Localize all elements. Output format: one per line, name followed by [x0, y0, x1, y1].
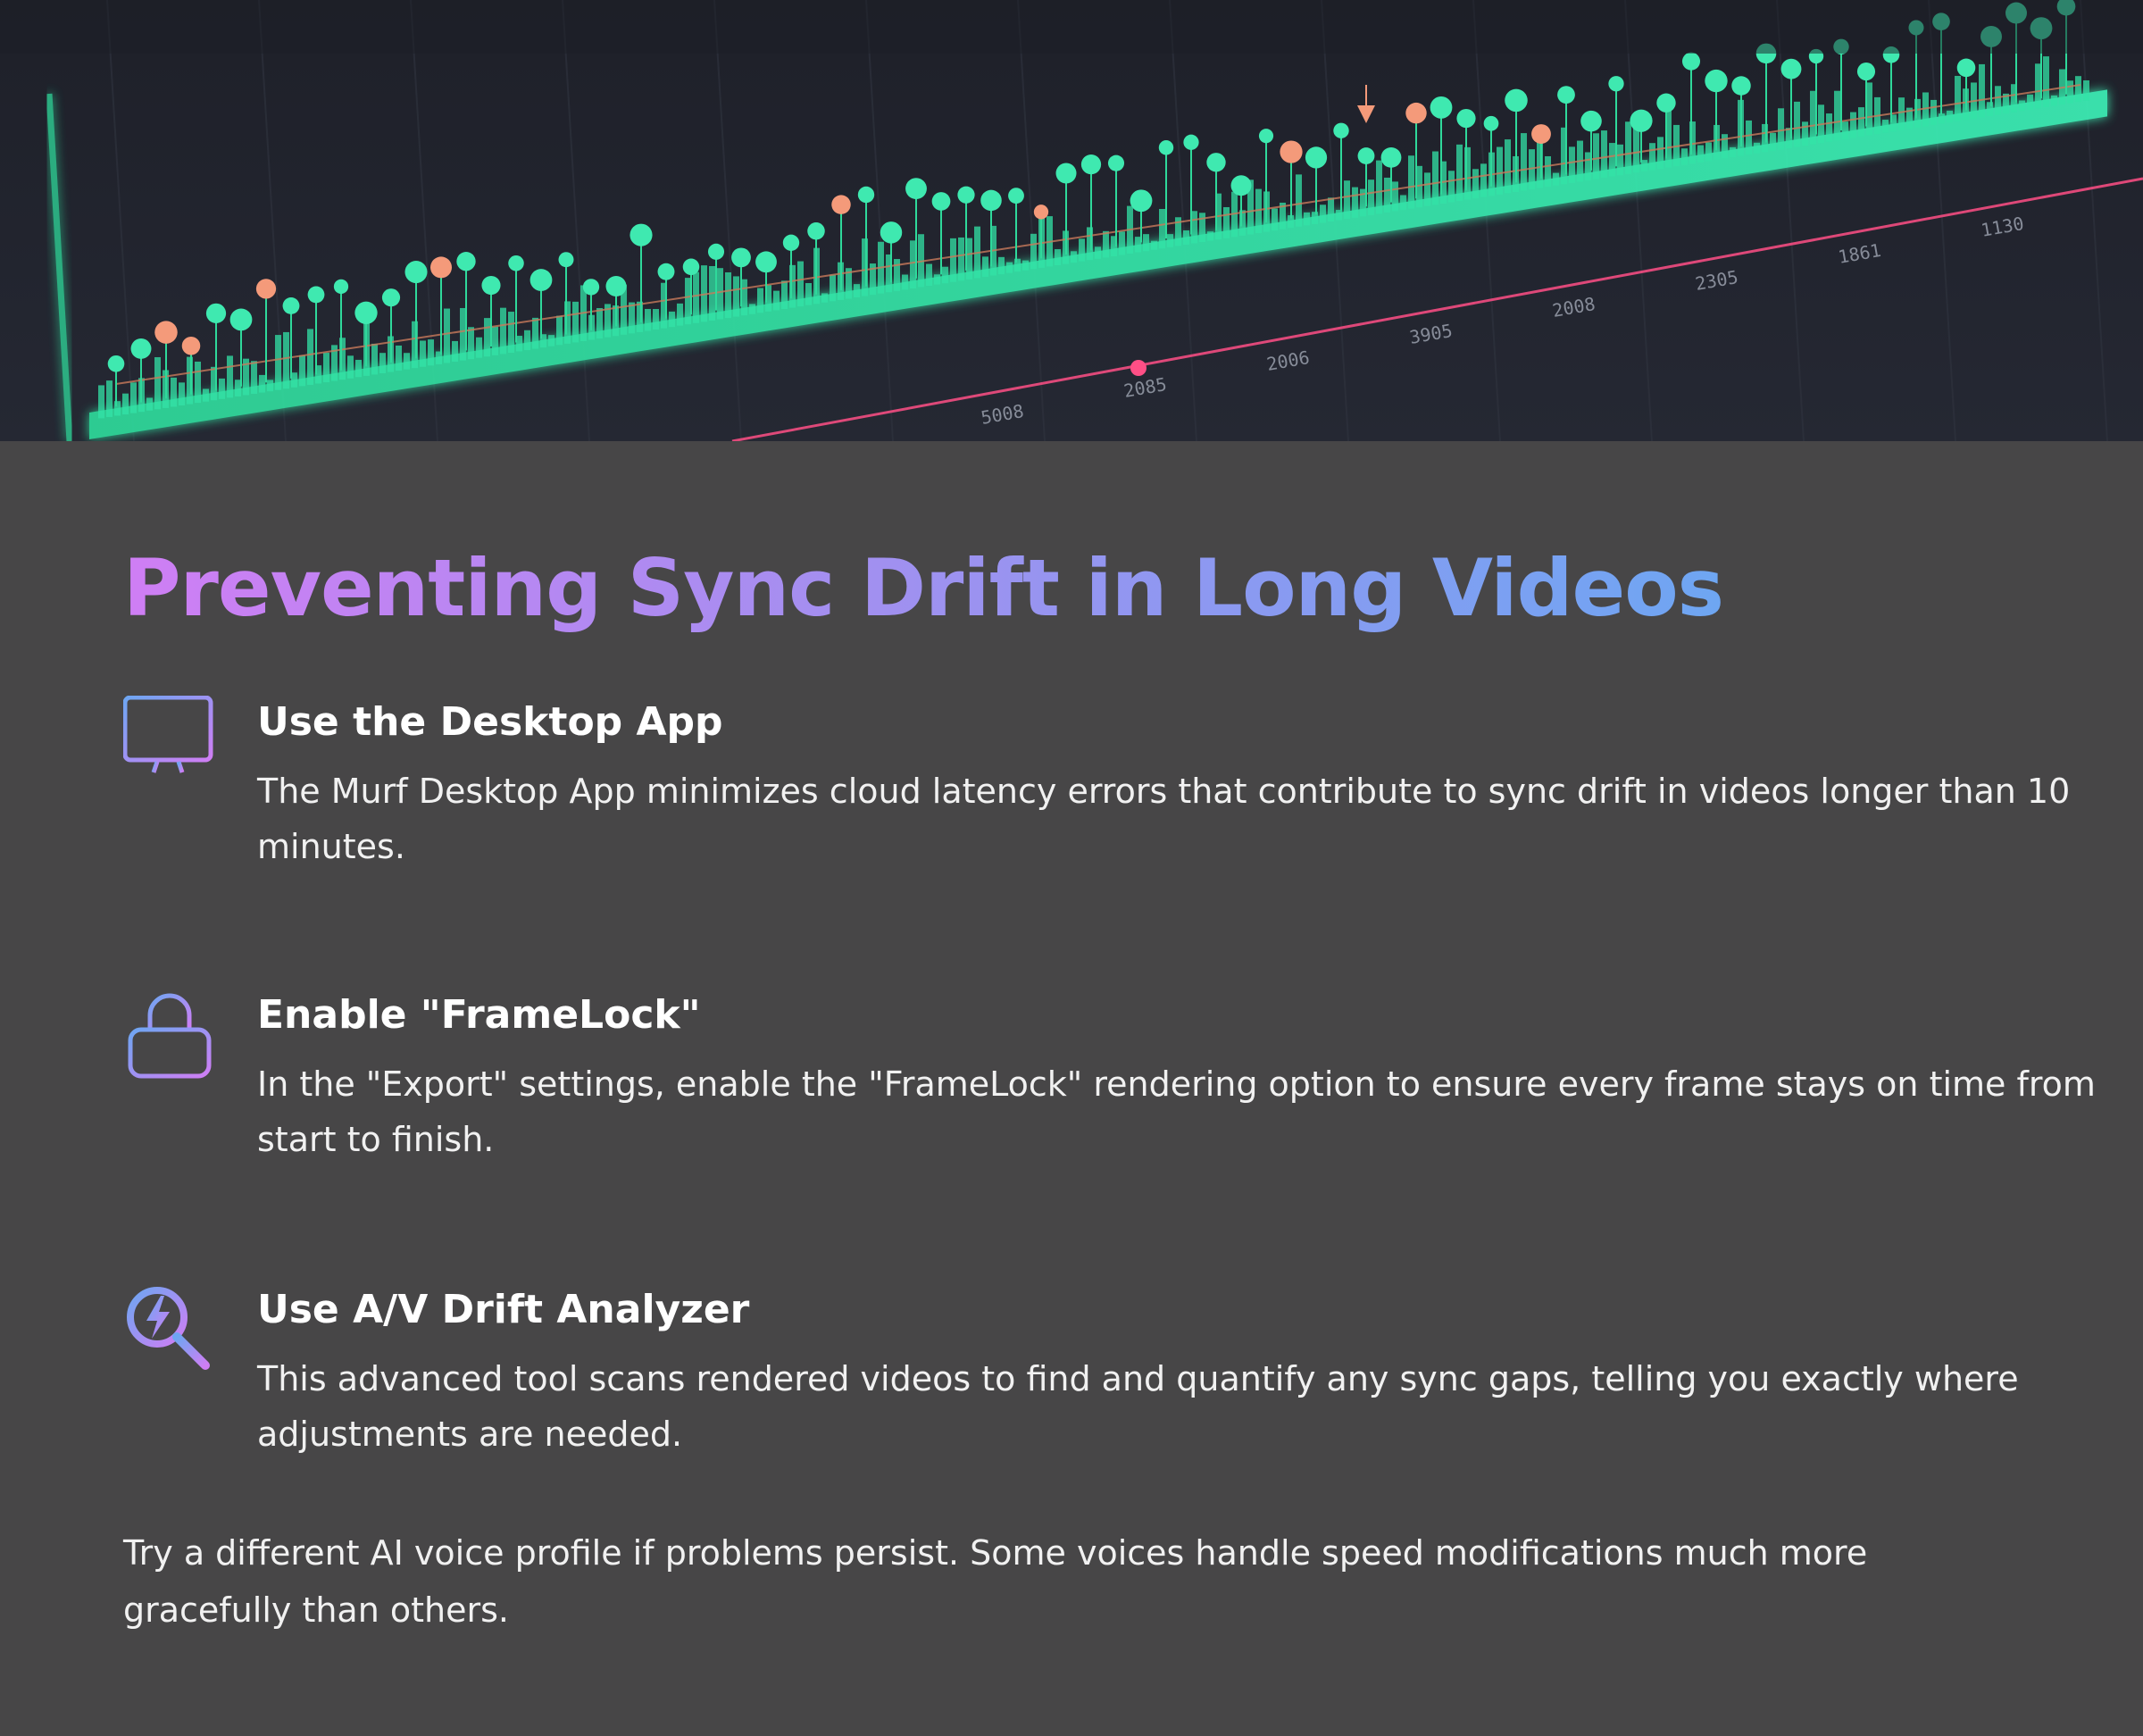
tip-text: This advanced tool scans rendered videos… [257, 1359, 2019, 1454]
magnifier-lightning-icon [127, 1287, 210, 1370]
tip-heading: Enable "FrameLock" [257, 992, 701, 1038]
page: 5008 2085 2006 3905 2008 2305 1861 1130 Prevent… [0, 0, 2143, 1736]
tip-text: The Murf Desktop App minimizes cloud lat… [257, 772, 2071, 866]
desktop-monitor-icon [123, 696, 213, 776]
tip-heading: Use A/V Drift Analyzer [257, 1287, 750, 1332]
tip-heading: Use the Desktop App [257, 699, 723, 745]
footer-note: Try a different AI voice profile if prob… [123, 1533, 1868, 1630]
tip-text: In the "Export" settings, enable the "Fr… [257, 1064, 2096, 1159]
content-area: Preventing Sync Drift in Long Videos Use… [0, 441, 2143, 1736]
lock-icon [128, 993, 212, 1079]
page-title: Preventing Sync Drift in Long Videos [123, 539, 1724, 638]
waveform-illustration: 50082085200639052008230518611130 [0, 0, 2143, 441]
hero-waveform-image: 5008 2085 2006 3905 2008 2305 1861 1130 [0, 0, 2143, 441]
